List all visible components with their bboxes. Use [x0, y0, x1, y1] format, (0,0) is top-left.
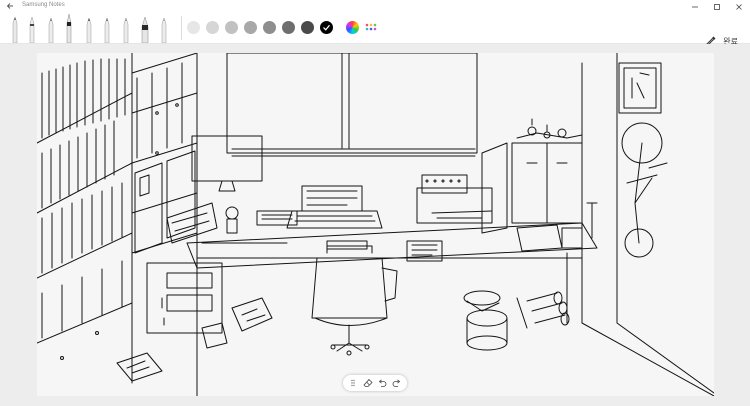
close-button[interactable] — [728, 0, 750, 13]
color-swatch-black-selected[interactable] — [320, 21, 333, 34]
color-palette-icon[interactable] — [365, 23, 377, 33]
fountain-pen-icon[interactable] — [64, 13, 74, 43]
toolbar-separator — [181, 16, 182, 40]
brush-pen-icon[interactable] — [139, 15, 151, 43]
pen-toolbar: 완료 — [0, 13, 750, 47]
app-title: Samsung Notes — [22, 2, 65, 8]
pencil-6-icon[interactable] — [121, 15, 131, 43]
maximize-icon — [714, 3, 720, 10]
color-swatch-4[interactable] — [244, 21, 257, 34]
drag-handle-icon[interactable] — [347, 377, 359, 389]
drawing-paper[interactable] — [36, 52, 715, 397]
back-arrow-icon[interactable] — [6, 1, 16, 11]
minimize-icon — [692, 6, 698, 7]
close-icon — [736, 3, 742, 10]
undo-icon[interactable] — [376, 377, 388, 389]
checkmark-icon — [323, 24, 330, 31]
redo-icon[interactable] — [391, 377, 403, 389]
color-swatch-2[interactable] — [206, 21, 219, 34]
maximize-button[interactable] — [706, 0, 728, 13]
pencil-2-icon[interactable] — [27, 15, 37, 43]
pencil-1-icon[interactable] — [10, 15, 20, 43]
color-swatch-3[interactable] — [225, 21, 238, 34]
pencil-4-icon[interactable] — [84, 15, 94, 43]
room-sketch-drawing — [36, 52, 715, 397]
color-wheel-button[interactable] — [346, 21, 359, 34]
title-bar: Samsung Notes — [0, 0, 750, 13]
eraser-icon[interactable] — [362, 377, 374, 389]
pencil-5-icon[interactable] — [102, 15, 112, 43]
floating-mini-toolbar — [343, 375, 407, 391]
color-swatch-5[interactable] — [263, 21, 276, 34]
color-swatch-7[interactable] — [301, 21, 314, 34]
color-swatch-6[interactable] — [282, 21, 295, 34]
color-swatch-1[interactable] — [187, 21, 200, 34]
pencil-7-icon[interactable] — [159, 15, 169, 43]
pencil-3-icon[interactable] — [46, 15, 56, 43]
minimize-button[interactable] — [684, 0, 706, 13]
